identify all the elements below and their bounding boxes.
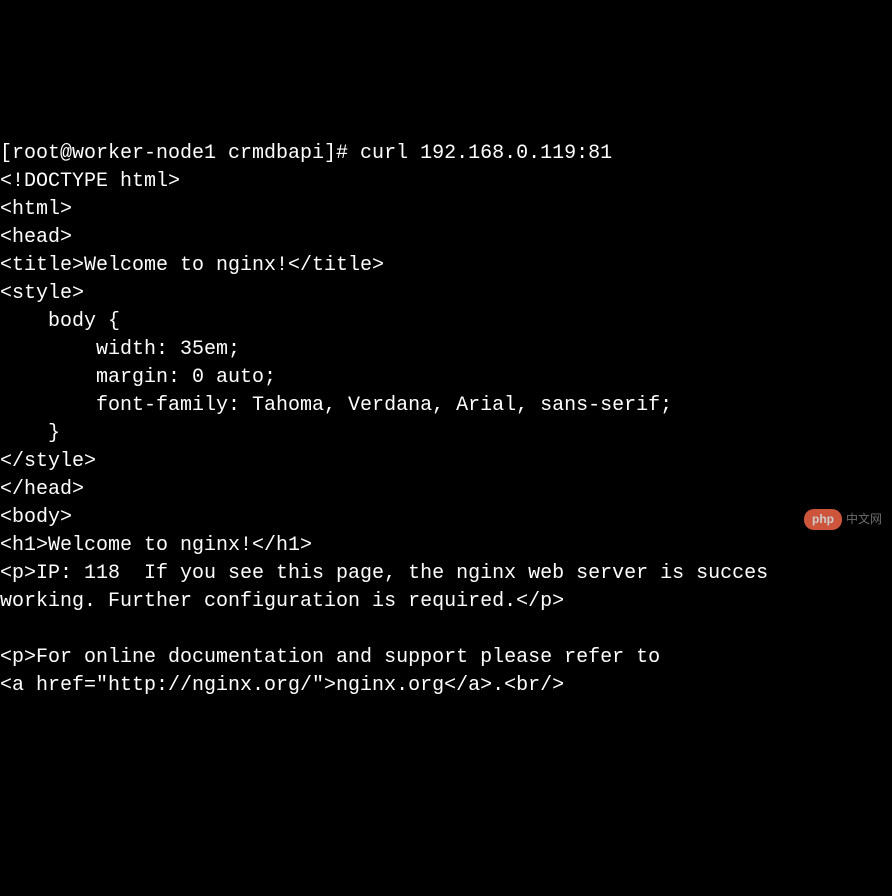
terminal-line: <html> — [0, 198, 72, 221]
terminal-line: </style> — [0, 450, 96, 473]
terminal-line: <body> — [0, 506, 72, 529]
terminal-line: body { — [0, 310, 120, 333]
terminal-output: [root@worker-node1 crmdbapi]# curl 192.1… — [0, 112, 892, 700]
terminal-line: working. Further configuration is requir… — [0, 590, 564, 613]
terminal-line: <!DOCTYPE html> — [0, 170, 180, 193]
terminal-line: margin: 0 auto; — [0, 366, 276, 389]
terminal-line: [root@worker-node1 crmdbapi]# curl 192.1… — [0, 142, 612, 165]
watermark-text: 中文网 — [846, 511, 882, 528]
terminal-line: <p>IP: 118 If you see this page, the ngi… — [0, 562, 768, 585]
terminal-line: <title>Welcome to nginx!</title> — [0, 254, 384, 277]
terminal-line: <head> — [0, 226, 72, 249]
terminal-line: <a href="http://nginx.org/">nginx.org</a… — [0, 674, 564, 697]
terminal-line: } — [0, 422, 60, 445]
terminal-line: <h1>Welcome to nginx!</h1> — [0, 534, 312, 557]
terminal-line: <style> — [0, 282, 84, 305]
watermark: php 中文网 — [804, 509, 882, 530]
terminal-line: </head> — [0, 478, 84, 501]
watermark-badge: php — [804, 509, 842, 530]
terminal-line: <p>For online documentation and support … — [0, 646, 660, 669]
terminal-line: font-family: Tahoma, Verdana, Arial, san… — [0, 394, 672, 417]
terminal-line: width: 35em; — [0, 338, 240, 361]
